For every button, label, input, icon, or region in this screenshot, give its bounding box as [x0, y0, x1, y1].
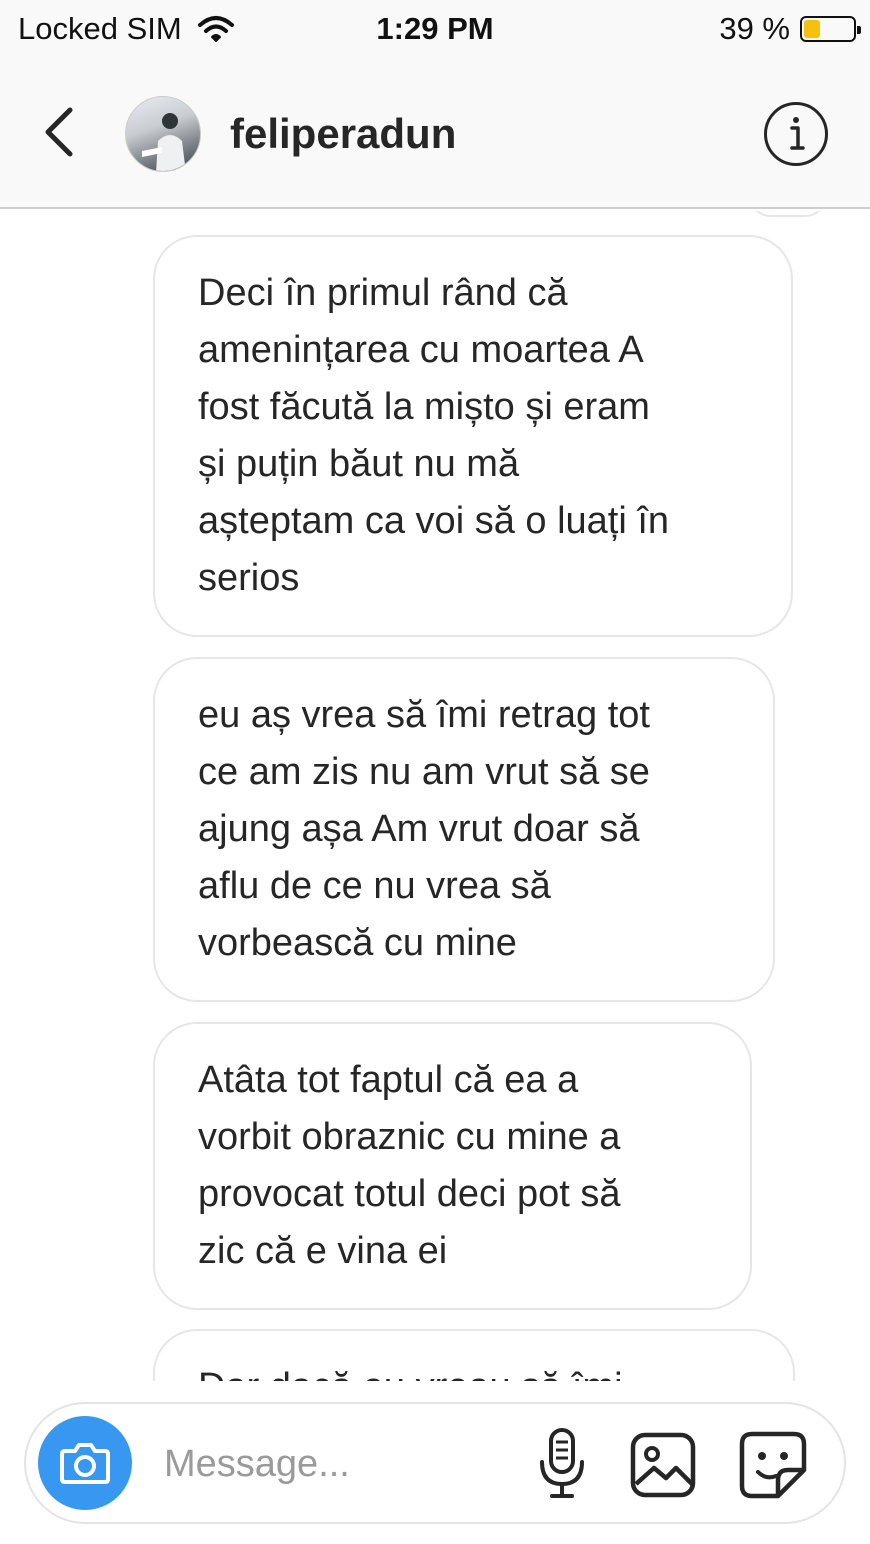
battery-level	[804, 20, 821, 38]
previous-message-bubble	[748, 211, 828, 217]
avatar[interactable]	[125, 96, 201, 172]
avatar-image	[142, 113, 186, 171]
message-bubble[interactable]: Atâta tot faptul că ea a vorbit obraznic…	[153, 1022, 752, 1310]
sticker-icon	[739, 1431, 807, 1499]
microphone-icon	[540, 1428, 584, 1498]
message-bubble[interactable]: Deci în primul rând că amenințarea cu mo…	[153, 235, 793, 637]
gallery-button[interactable]	[630, 1432, 696, 1498]
info-button[interactable]	[764, 102, 828, 166]
status-bar: Locked SIM 1:29 PM 39 %	[0, 0, 870, 58]
gallery-icon	[630, 1432, 696, 1498]
message-thread[interactable]: Deci în primul rând că amenințarea cu mo…	[0, 211, 870, 1381]
battery-icon	[800, 16, 861, 42]
back-button[interactable]	[36, 102, 86, 162]
info-circle-icon	[790, 117, 805, 150]
camera-button[interactable]	[38, 1416, 132, 1510]
battery-tip	[857, 26, 861, 34]
chat-header: feliperadun	[0, 58, 870, 209]
microphone-button[interactable]	[534, 1426, 590, 1502]
username[interactable]: feliperadun	[230, 110, 456, 158]
message-bubble[interactable]: Dar dacă eu vreau să îmi	[153, 1329, 795, 1381]
chevron-left-icon	[45, 107, 73, 157]
camera-icon	[60, 1443, 110, 1484]
message-composer	[24, 1402, 846, 1524]
message-bubble[interactable]: eu aș vrea să îmi retrag tot ce am zis n…	[153, 657, 775, 1002]
sticker-button[interactable]	[738, 1430, 808, 1500]
message-input[interactable]	[164, 1434, 504, 1494]
battery-percent: 39 %	[719, 11, 790, 46]
status-right: 39 %	[719, 11, 861, 47]
